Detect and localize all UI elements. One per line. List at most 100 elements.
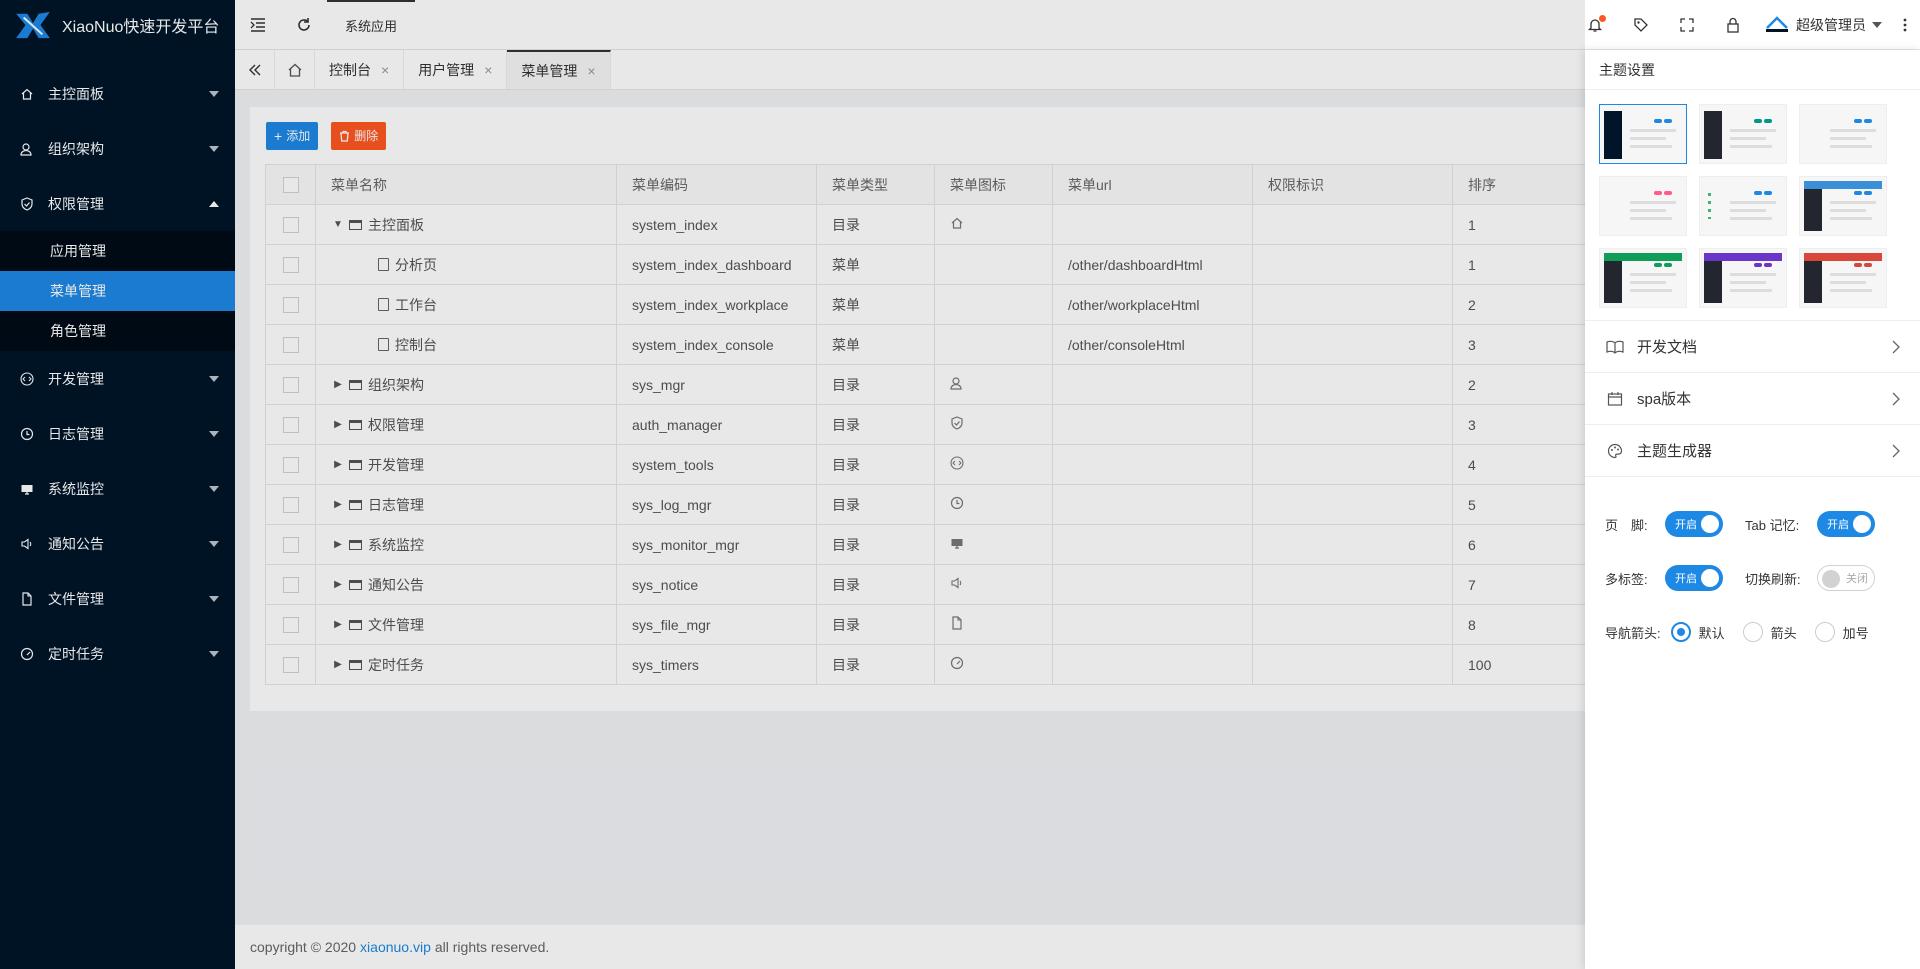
fullscreen-icon — [1680, 17, 1694, 32]
theme-line — [1830, 145, 1872, 148]
switch-refresh-toggle[interactable]: 关闭 — [1817, 565, 1875, 591]
panel-link[interactable]: 主题生成器 — [1585, 424, 1920, 476]
more-vertical-icon — [1903, 18, 1907, 31]
panel-link[interactable]: spa版本 — [1585, 372, 1920, 424]
theme-line — [1830, 289, 1872, 292]
theme-option[interactable] — [1799, 248, 1887, 308]
tag-button[interactable] — [1618, 0, 1664, 50]
theme-line — [1630, 129, 1676, 132]
theme-accent — [1664, 191, 1672, 195]
theme-line — [1730, 217, 1772, 220]
layout-settings: 页 脚: 开启 Tab 记忆: 开启 多标签: 开启 切换刷新: 关闭 导航箭头… — [1585, 476, 1920, 659]
calendar-icon-wrap — [1605, 391, 1625, 407]
theme-line — [1730, 137, 1766, 140]
theme-accent — [1854, 263, 1862, 267]
radio-label: 加号 — [1842, 625, 1869, 641]
fullscreen-button[interactable] — [1664, 0, 1710, 50]
theme-option[interactable] — [1599, 104, 1687, 164]
theme-side-bar — [1704, 261, 1722, 303]
theme-option[interactable] — [1799, 104, 1887, 164]
nav-arrow-arrow-radio[interactable]: 箭头 — [1742, 622, 1797, 642]
theme-option[interactable] — [1699, 176, 1787, 236]
panel-link[interactable]: 开发文档 — [1585, 320, 1920, 372]
book-icon — [1606, 340, 1624, 354]
theme-line — [1730, 273, 1776, 276]
theme-line — [1730, 281, 1766, 284]
theme-accent — [1764, 191, 1772, 195]
theme-accent — [1754, 263, 1762, 267]
notification-dot — [1599, 14, 1606, 22]
theme-line — [1830, 281, 1866, 284]
theme-option[interactable] — [1699, 104, 1787, 164]
theme-line — [1730, 209, 1766, 212]
palette-icon-wrap — [1605, 443, 1625, 459]
switch-refresh-setting: 切换刷新: 关闭 — [1745, 565, 1885, 591]
theme-accent — [1654, 191, 1662, 195]
chevron-down-icon — [1872, 21, 1882, 28]
header-right: 超级管理员 — [1572, 0, 1920, 50]
theme-line — [1730, 145, 1772, 148]
panel-title: 主题设置 — [1585, 50, 1920, 90]
lock-button[interactable] — [1710, 0, 1756, 50]
multi-tab-toggle[interactable]: 开启 — [1665, 565, 1723, 591]
theme-option[interactable] — [1699, 248, 1787, 308]
theme-accent — [1864, 119, 1872, 123]
theme-line — [1630, 217, 1672, 220]
tag-icon — [1634, 17, 1648, 32]
theme-header-bar — [1804, 253, 1882, 261]
theme-accent — [1764, 263, 1772, 267]
avatar — [1766, 15, 1788, 32]
radio-unchecked-icon — [1814, 622, 1835, 642]
theme-line — [1630, 209, 1666, 212]
theme-side-bar — [1604, 261, 1622, 303]
theme-accent — [1664, 263, 1672, 267]
panel-link-label: spa版本 — [1637, 391, 1692, 408]
footer-setting: 页 脚: 开启 — [1605, 511, 1745, 537]
theme-side-bar — [1704, 111, 1722, 159]
theme-line — [1630, 289, 1672, 292]
panel-backdrop[interactable] — [0, 0, 1585, 969]
theme-side-bar — [1804, 189, 1822, 231]
panel-link-label: 开发文档 — [1637, 339, 1698, 356]
nav-arrow-setting: 导航箭头: 默认 箭头 加号 — [1605, 605, 1900, 659]
tab-memory-toggle[interactable]: 开启 — [1817, 511, 1875, 537]
footer-toggle[interactable]: 开启 — [1665, 511, 1723, 537]
theme-settings-panel: 主题设置 开发文档 spa版本主题生成器 页 脚: 开启 Tab 记忆: 开启 多… — [1585, 50, 1920, 969]
theme-line — [1730, 129, 1776, 132]
theme-option[interactable] — [1599, 248, 1687, 308]
tab-memory-setting: Tab 记忆: 开启 — [1745, 511, 1885, 537]
theme-accent — [1654, 119, 1662, 123]
theme-line — [1830, 217, 1872, 220]
theme-accent — [1854, 119, 1862, 123]
theme-grid — [1585, 90, 1920, 320]
theme-accent — [1654, 263, 1662, 267]
username: 超级管理员 — [1796, 16, 1866, 33]
nav-arrow-plus-radio[interactable]: 加号 — [1814, 622, 1869, 642]
theme-option[interactable] — [1599, 176, 1687, 236]
theme-line — [1630, 281, 1666, 284]
theme-header-bar — [1604, 253, 1682, 261]
calendar-icon — [1607, 391, 1623, 406]
theme-header-bar — [1704, 253, 1782, 261]
theme-option[interactable] — [1799, 176, 1887, 236]
theme-line — [1630, 273, 1676, 276]
theme-accent — [1664, 119, 1672, 123]
theme-side-dots — [1708, 193, 1711, 219]
panel-link-label: 主题生成器 — [1637, 443, 1713, 460]
theme-line — [1630, 201, 1676, 204]
tab-memory-label: Tab 记忆: — [1745, 517, 1800, 533]
radio-checked-icon — [1670, 622, 1691, 642]
theme-accent — [1854, 191, 1862, 195]
theme-line — [1730, 201, 1776, 204]
theme-line — [1830, 137, 1866, 140]
more-button[interactable] — [1890, 0, 1920, 50]
settings-row-1: 页 脚: 开启 Tab 记忆: 开启 — [1605, 497, 1900, 551]
book-icon-wrap — [1605, 340, 1625, 354]
theme-line — [1630, 137, 1666, 140]
radio-label: 箭头 — [1770, 625, 1797, 641]
user-menu[interactable]: 超级管理员 — [1756, 15, 1890, 35]
chevron-right-icon — [1892, 340, 1900, 353]
theme-line — [1630, 145, 1672, 148]
nav-arrow-default-radio[interactable]: 默认 — [1670, 622, 1725, 642]
theme-accent — [1754, 119, 1762, 123]
